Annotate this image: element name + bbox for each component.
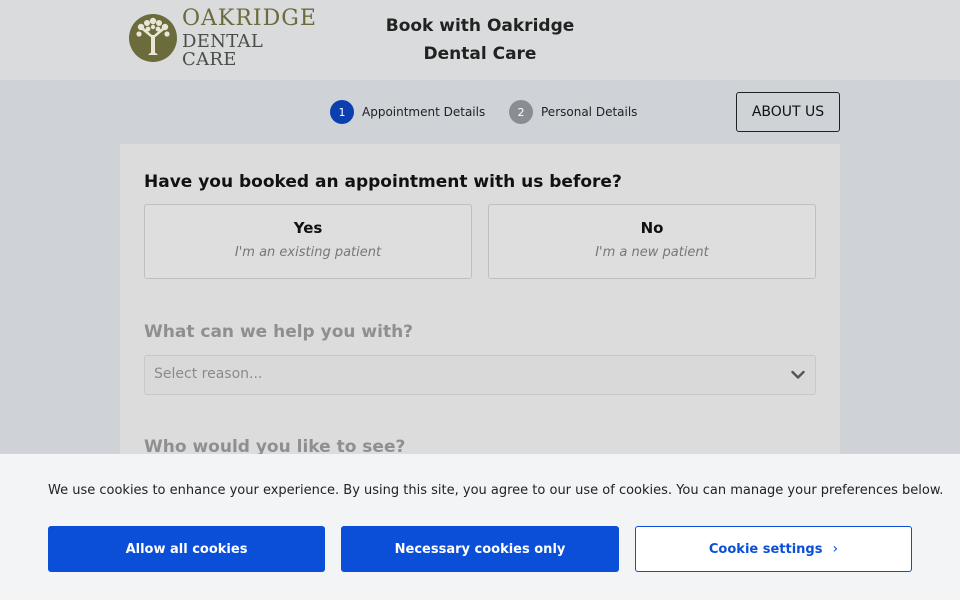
- site-header: OAKRIDGE DENTAL CARE Book with Oakridge …: [0, 0, 960, 80]
- chevron-right-icon: ›: [832, 541, 839, 557]
- allow-all-cookies-button[interactable]: Allow all cookies: [48, 526, 325, 572]
- step-personal-details[interactable]: 2 Personal Details: [509, 100, 637, 124]
- new-patient-option[interactable]: No I'm a new patient: [488, 204, 816, 279]
- step-label: Appointment Details: [362, 105, 486, 119]
- logo[interactable]: OAKRIDGE DENTAL CARE: [128, 7, 316, 68]
- logo-wordmark: OAKRIDGE: [182, 5, 317, 31]
- booking-form-card: Have you booked an appointment with us b…: [120, 144, 840, 464]
- existing-patient-option[interactable]: Yes I'm an existing patient: [144, 204, 472, 279]
- question-booked-before: Have you booked an appointment with us b…: [144, 172, 622, 192]
- cookie-message: We use cookies to enhance your experienc…: [48, 483, 944, 498]
- tree-icon: [129, 14, 177, 62]
- reason-select[interactable]: Select reason...: [144, 355, 816, 395]
- logo-tagline: DENTAL CARE: [182, 30, 264, 70]
- step-appointment-details[interactable]: 1 Appointment Details: [330, 100, 485, 124]
- question-help-with: What can we help you with?: [144, 322, 414, 342]
- cookie-banner: We use cookies to enhance your experienc…: [0, 454, 960, 600]
- option-subtitle: I'm an existing patient: [234, 245, 382, 260]
- option-title: Yes: [293, 219, 323, 237]
- chevron-down-icon: [791, 370, 805, 379]
- necessary-cookies-button[interactable]: Necessary cookies only: [341, 526, 619, 572]
- option-title: No: [640, 219, 664, 237]
- reason-select-placeholder: Select reason...: [154, 366, 263, 382]
- option-subtitle: I'm a new patient: [595, 245, 709, 260]
- step-label: Personal Details: [541, 105, 638, 119]
- step-number-badge: 2: [509, 100, 533, 124]
- about-us-button[interactable]: ABOUT US: [736, 92, 840, 132]
- step-number-badge: 1: [330, 100, 354, 124]
- cookie-settings-label: Cookie settings: [708, 541, 823, 557]
- page-title: Book with Oakridge Dental Care: [385, 16, 575, 64]
- cookie-settings-button[interactable]: Cookie settings ›: [635, 526, 912, 572]
